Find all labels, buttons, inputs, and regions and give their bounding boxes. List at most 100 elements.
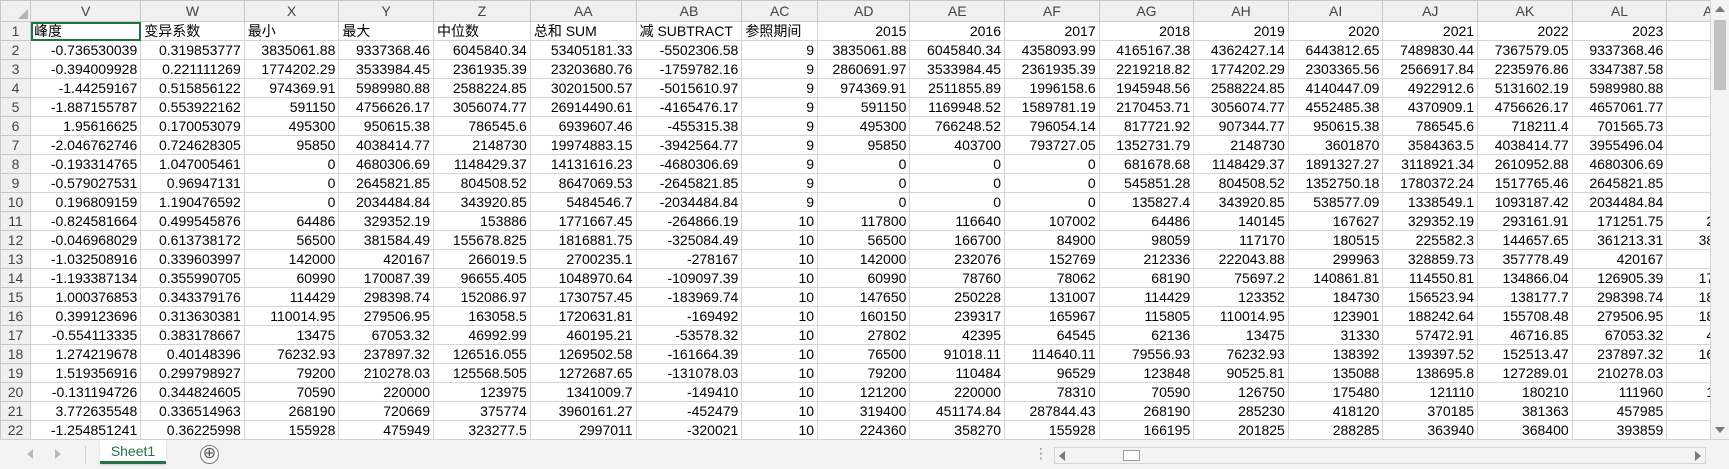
cell-ah19[interactable]: 90525.81 bbox=[1193, 363, 1289, 383]
scroll-up-icon[interactable] bbox=[1715, 6, 1725, 12]
cell-ad9[interactable]: 0 bbox=[817, 173, 911, 193]
cell-x12[interactable]: 56500 bbox=[243, 230, 340, 250]
cell-ac11[interactable]: 10 bbox=[741, 211, 819, 231]
row-header[interactable]: 12 bbox=[0, 230, 32, 250]
cell-al17[interactable]: 67053.32 bbox=[1571, 325, 1668, 345]
cell-al10[interactable]: 2034484.84 bbox=[1571, 192, 1668, 212]
cell-ai2[interactable]: 6443812.65 bbox=[1287, 40, 1384, 60]
cell-am11[interactable]: 264201. bbox=[1666, 211, 1710, 231]
cell-ab13[interactable]: -278167 bbox=[635, 249, 743, 269]
cell-ae2[interactable]: 6045840.34 bbox=[909, 40, 1006, 60]
cell-v18[interactable]: 1.274219678 bbox=[30, 344, 142, 364]
column-header-am[interactable]: AM bbox=[1666, 0, 1710, 22]
cell-ad12[interactable]: 56500 bbox=[817, 230, 911, 250]
cell-ag17[interactable]: 62136 bbox=[1098, 325, 1195, 345]
cell-v3[interactable]: -0.394009928 bbox=[30, 59, 142, 79]
cell-aa22[interactable]: 2997011 bbox=[529, 420, 637, 439]
cell-ae18[interactable]: 91018.11 bbox=[909, 344, 1006, 364]
cell-ai13[interactable]: 299963 bbox=[1287, 249, 1384, 269]
cell-aa1[interactable]: 总和 SUM bbox=[529, 21, 637, 41]
cell-am9[interactable] bbox=[1666, 173, 1710, 193]
cell-aa20[interactable]: 1341009.7 bbox=[529, 382, 637, 402]
cell-ae1[interactable]: 2016 bbox=[909, 21, 1006, 41]
cell-ai6[interactable]: 950615.38 bbox=[1287, 116, 1384, 136]
cell-al18[interactable]: 237897.32 bbox=[1571, 344, 1668, 364]
vertical-scroll-thumb[interactable] bbox=[1714, 20, 1726, 90]
cell-al3[interactable]: 3347387.58 bbox=[1571, 59, 1668, 79]
cell-ad14[interactable]: 60990 bbox=[817, 268, 911, 288]
cell-ac7[interactable]: 9 bbox=[741, 135, 819, 155]
cell-al22[interactable]: 393859 bbox=[1571, 420, 1668, 439]
cell-ag15[interactable]: 114429 bbox=[1098, 287, 1195, 307]
cell-ac9[interactable]: 9 bbox=[741, 173, 819, 193]
cell-af11[interactable]: 107002 bbox=[1004, 211, 1100, 231]
cell-v8[interactable]: -0.193314765 bbox=[30, 154, 142, 174]
cell-af10[interactable]: 0 bbox=[1004, 192, 1100, 212]
cell-aj20[interactable]: 121110 bbox=[1382, 382, 1479, 402]
cell-y22[interactable]: 475949 bbox=[338, 420, 434, 439]
cell-af19[interactable]: 96529 bbox=[1004, 363, 1100, 383]
cell-ak16[interactable]: 155708.48 bbox=[1477, 306, 1573, 326]
cell-al20[interactable]: 111960 bbox=[1571, 382, 1668, 402]
cell-x10[interactable]: 0 bbox=[243, 192, 340, 212]
cell-ac13[interactable]: 10 bbox=[741, 249, 819, 269]
cell-ah16[interactable]: 110014.95 bbox=[1193, 306, 1289, 326]
cell-x15[interactable]: 114429 bbox=[243, 287, 340, 307]
column-header-y[interactable]: Y bbox=[338, 0, 434, 22]
cell-ab19[interactable]: -131078.03 bbox=[635, 363, 743, 383]
cell-z19[interactable]: 125568.505 bbox=[432, 363, 531, 383]
cell-ae3[interactable]: 3533984.45 bbox=[909, 59, 1006, 79]
row-header[interactable]: 14 bbox=[0, 268, 32, 288]
cell-af12[interactable]: 84900 bbox=[1004, 230, 1100, 250]
cell-ag20[interactable]: 70590 bbox=[1098, 382, 1195, 402]
cell-aj8[interactable]: 3118921.34 bbox=[1382, 154, 1479, 174]
cell-ac14[interactable]: 10 bbox=[741, 268, 819, 288]
cell-am18[interactable]: 163354.1 bbox=[1666, 344, 1710, 364]
cell-z9[interactable]: 804508.52 bbox=[432, 173, 531, 193]
cell-w7[interactable]: 0.724628305 bbox=[140, 135, 245, 155]
cell-ac10[interactable]: 9 bbox=[741, 192, 819, 212]
cell-al16[interactable]: 279506.95 bbox=[1571, 306, 1668, 326]
cell-ab21[interactable]: -452479 bbox=[635, 401, 743, 421]
cell-v20[interactable]: -0.131194726 bbox=[30, 382, 142, 402]
select-all-corner[interactable] bbox=[0, 0, 32, 22]
row-header[interactable]: 18 bbox=[0, 344, 32, 364]
cell-ag11[interactable]: 64486 bbox=[1098, 211, 1195, 231]
row-header[interactable]: 2 bbox=[0, 40, 32, 60]
cell-v22[interactable]: -1.254851241 bbox=[30, 420, 142, 439]
cell-x4[interactable]: 974369.91 bbox=[243, 78, 340, 98]
cell-ak22[interactable]: 368400 bbox=[1477, 420, 1573, 439]
cell-aj21[interactable]: 370185 bbox=[1382, 401, 1479, 421]
cell-ag21[interactable]: 268190 bbox=[1098, 401, 1195, 421]
cell-ak14[interactable]: 134866.04 bbox=[1477, 268, 1573, 288]
cell-aj9[interactable]: 1780372.24 bbox=[1382, 173, 1479, 193]
cell-x5[interactable]: 591150 bbox=[243, 97, 340, 117]
cell-ah14[interactable]: 75697.2 bbox=[1193, 268, 1289, 288]
cell-ae7[interactable]: 403700 bbox=[909, 135, 1006, 155]
cell-ak18[interactable]: 152513.47 bbox=[1477, 344, 1573, 364]
cell-ah4[interactable]: 2588224.85 bbox=[1193, 78, 1289, 98]
cell-y21[interactable]: 720669 bbox=[338, 401, 434, 421]
cell-al4[interactable]: 5989980.88 bbox=[1571, 78, 1668, 98]
cell-z3[interactable]: 2361935.39 bbox=[432, 59, 531, 79]
cell-ak2[interactable]: 7367579.05 bbox=[1477, 40, 1573, 60]
cell-ae13[interactable]: 232076 bbox=[909, 249, 1006, 269]
cell-aj4[interactable]: 4922912.6 bbox=[1382, 78, 1479, 98]
cell-x16[interactable]: 110014.95 bbox=[243, 306, 340, 326]
cell-aa15[interactable]: 1730757.45 bbox=[529, 287, 637, 307]
cell-z12[interactable]: 155678.825 bbox=[432, 230, 531, 250]
cell-af21[interactable]: 287844.43 bbox=[1004, 401, 1100, 421]
cell-ak4[interactable]: 5131602.19 bbox=[1477, 78, 1573, 98]
cell-af13[interactable]: 152769 bbox=[1004, 249, 1100, 269]
cell-ag6[interactable]: 817721.92 bbox=[1098, 116, 1195, 136]
cell-w8[interactable]: 1.047005461 bbox=[140, 154, 245, 174]
cell-ab5[interactable]: -4165476.17 bbox=[635, 97, 743, 117]
cell-ae14[interactable]: 78760 bbox=[909, 268, 1006, 288]
cell-ab4[interactable]: -5015610.97 bbox=[635, 78, 743, 98]
cell-ac2[interactable]: 9 bbox=[741, 40, 819, 60]
cell-z10[interactable]: 343920.85 bbox=[432, 192, 531, 212]
cell-y18[interactable]: 237897.32 bbox=[338, 344, 434, 364]
cell-y16[interactable]: 279506.95 bbox=[338, 306, 434, 326]
cell-aa17[interactable]: 460195.21 bbox=[529, 325, 637, 345]
cell-v1[interactable]: 峰度 bbox=[30, 21, 142, 41]
